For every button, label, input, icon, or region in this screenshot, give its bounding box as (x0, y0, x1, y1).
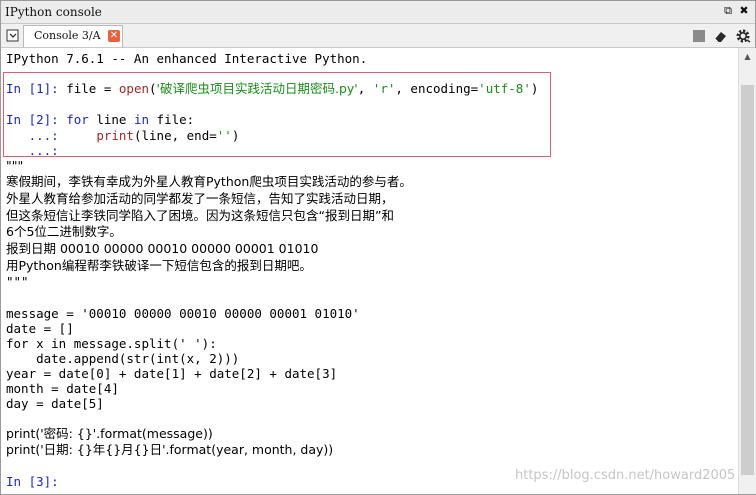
tab-label: Console 3/A (34, 29, 101, 42)
tab-console-3a[interactable]: Console 3/A ✕ (23, 25, 123, 47)
pane-title: IPython console (5, 5, 102, 19)
output-line: for x in message.split(' '): (6, 336, 217, 351)
code: ) (530, 81, 539, 96)
input-line-2: In [2]: for line in file: (6, 112, 194, 128)
output-line: print('日期: {}年{}月{}日'.format(year, month… (6, 442, 334, 457)
prompt: In [2]: (6, 112, 67, 127)
undock-icon[interactable]: ⧉ (721, 4, 735, 18)
code: file = (66, 81, 119, 96)
scroll-up-icon[interactable]: ▲ (739, 48, 756, 65)
gear-icon[interactable] (735, 28, 751, 44)
prompt: In [3]: (6, 474, 67, 489)
prompt: ...: (6, 128, 67, 143)
output-line: 外星人教育给参加活动的同学都发了一条短信，告知了实践活动日期， (6, 191, 394, 206)
code (66, 128, 96, 143)
code: , (357, 81, 373, 96)
code: file: (149, 112, 195, 127)
close-pane-icon[interactable]: ✖ (737, 4, 751, 18)
stop-icon[interactable] (691, 28, 707, 44)
scrollbar-thumb[interactable] (741, 85, 754, 475)
output-line: year = date[0] + date[1] + date[2] + dat… (6, 366, 338, 381)
builtin: open (118, 81, 150, 96)
keyword: in (133, 112, 150, 127)
continuation-line-1: ...: print(line, end='') (6, 128, 240, 144)
prompt: ...: (6, 143, 67, 158)
output-line: """ (6, 274, 29, 289)
output-line: 报到日期 00010 00000 00010 00000 00001 01010 (6, 241, 319, 256)
vertical-scrollbar[interactable]: ▲ (738, 48, 756, 494)
code: , encoding= (395, 81, 479, 96)
input-line-3[interactable]: In [3]: (6, 474, 66, 490)
code: ( (149, 81, 157, 96)
builtin: print (96, 128, 134, 143)
output-line: month = date[4] (6, 381, 119, 396)
console-output[interactable]: IPython 7.6.1 -- An enhanced Interactive… (1, 48, 738, 494)
output-line: date.append(str(int(x, 2))) (6, 351, 240, 366)
string-literal: '' (216, 128, 232, 143)
keyword: for (66, 112, 89, 127)
code: ) (231, 128, 240, 143)
output-line: 6个5位二进制数字。 (6, 224, 122, 239)
pane-titlebar: IPython console ⧉ ✖ (1, 1, 755, 24)
eraser-icon[interactable] (712, 28, 728, 44)
ipython-console-pane: IPython console ⧉ ✖ Console 3/A ✕ IPytho… (0, 0, 756, 495)
tab-close-icon[interactable]: ✕ (108, 30, 120, 42)
string-literal: '破译爬虫项目实践活动日期密码.py' (156, 81, 358, 96)
code: line (88, 112, 134, 127)
output-line: day = date[5] (6, 396, 104, 411)
output-line: 但这条短信让李铁同学陷入了困境。因为这条短信只包含“报到日期”和 (6, 208, 394, 223)
console-tabbar: Console 3/A ✕ (1, 24, 755, 48)
output-line: 用Python编程帮李铁破译一下短信包含的报到日期吧。 (6, 258, 312, 273)
code: (line, end= (133, 128, 217, 143)
string-literal: 'r' (372, 81, 396, 96)
watermark: https://blog.csdn.net/howard2005 (515, 468, 736, 483)
input-line-1: In [1]: file = open('破译爬虫项目实践活动日期密码.py',… (6, 81, 538, 97)
string-literal: 'utf-8' (478, 81, 531, 96)
continuation-line-2: ...: (6, 143, 66, 159)
output-line: date = [] (6, 321, 74, 336)
prompt: In [1]: (6, 81, 67, 96)
console-banner: IPython 7.6.1 -- An enhanced Interactive… (6, 51, 368, 66)
output-line: message = '00010 00000 00010 00000 00001… (6, 306, 360, 321)
output-line: 寒假期间，李铁有幸成为外星人教育Python爬虫项目实践活动的参与者。 (6, 174, 412, 189)
browse-tabs-icon[interactable] (5, 28, 21, 44)
output-line: """ (6, 158, 24, 173)
output-line: print('密码: {}'.format(message)) (6, 426, 213, 441)
